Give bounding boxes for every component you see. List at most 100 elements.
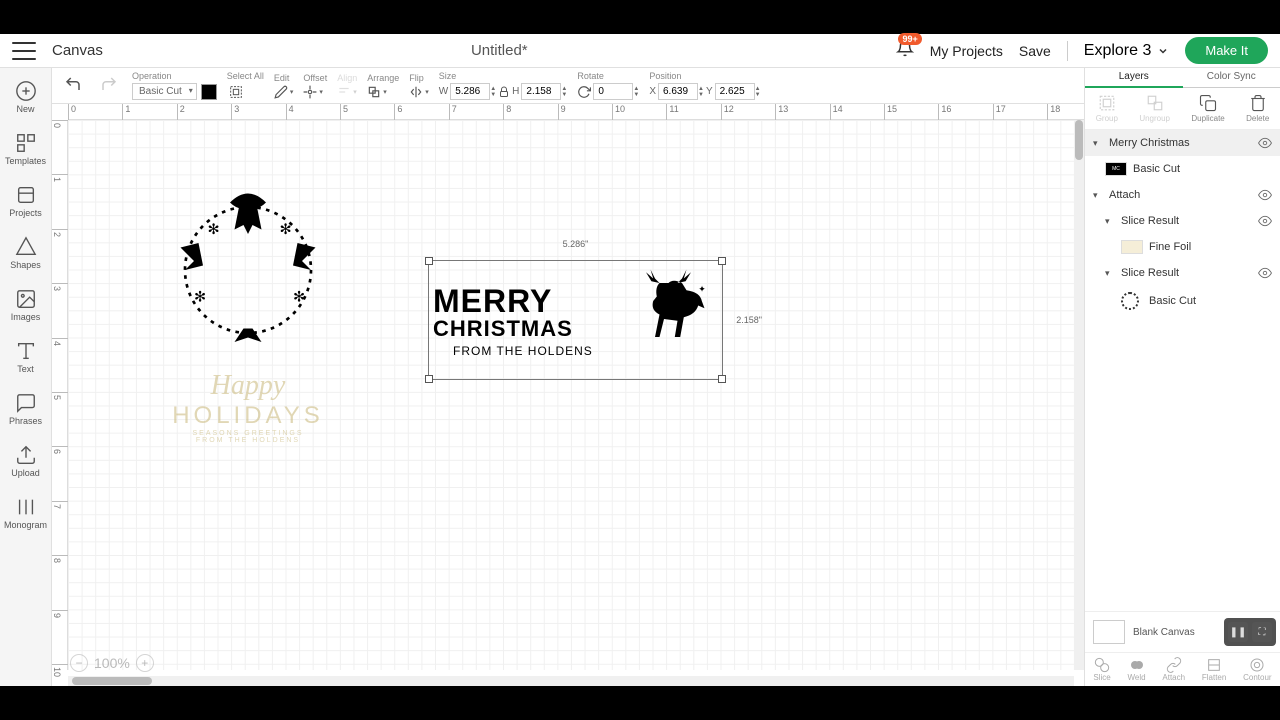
- chevron-down-icon[interactable]: ▾: [1093, 138, 1103, 149]
- resize-handle-br[interactable]: [718, 375, 726, 383]
- tab-layers[interactable]: Layers: [1085, 68, 1183, 88]
- my-projects-link[interactable]: My Projects: [930, 43, 1003, 59]
- attach-icon: [1166, 657, 1182, 673]
- phrases-icon: [15, 392, 37, 414]
- nav-templates[interactable]: Templates: [0, 128, 51, 170]
- machine-selector[interactable]: Explore 3: [1084, 42, 1170, 60]
- attach-action[interactable]: Attach: [1162, 657, 1185, 682]
- layer-slice-result-1[interactable]: ▾ Slice Result: [1085, 208, 1280, 234]
- layer-merry-christmas[interactable]: ▾ Merry Christmas: [1085, 130, 1280, 156]
- canvas[interactable]: ✻ ✻ ✻ ✻ Happy HOLIDAYS SEASONS GREETINGS…: [68, 120, 1074, 670]
- weld-icon: [1129, 657, 1145, 673]
- rotate-input[interactable]: [593, 83, 633, 100]
- height-input[interactable]: [521, 83, 561, 100]
- x-spinner[interactable]: ▲▼: [698, 86, 704, 98]
- layer-basic-cut-2[interactable]: Basic Cut: [1085, 286, 1280, 316]
- nav-upload[interactable]: Upload: [0, 440, 51, 482]
- height-spinner[interactable]: ▲▼: [561, 86, 567, 98]
- scrollbar-vertical[interactable]: [1074, 120, 1084, 670]
- resize-handle-bl[interactable]: [425, 375, 433, 383]
- layer-thumb-wreath: [1121, 292, 1139, 310]
- arrange-icon: [367, 85, 381, 99]
- nav-new[interactable]: New: [0, 76, 51, 118]
- selection-box[interactable]: 5.286" 2.158" MERRY CHRISTMAS FROM THE H…: [428, 260, 723, 380]
- width-spinner[interactable]: ▲▼: [490, 86, 496, 98]
- tab-colorsync[interactable]: Color Sync: [1183, 68, 1280, 88]
- nav-monogram[interactable]: Monogram: [0, 492, 51, 534]
- save-button[interactable]: Save: [1019, 43, 1051, 59]
- video-controls-overlay: ❚❚ ⛶: [1224, 618, 1276, 646]
- holidays-caps: HOLIDAYS: [158, 402, 338, 430]
- rotate-icon[interactable]: [577, 85, 591, 99]
- layer-basic-cut-1[interactable]: MC Basic Cut: [1085, 156, 1280, 182]
- reindeer-icon: ✦: [628, 265, 718, 355]
- delete-action[interactable]: Delete: [1246, 94, 1269, 123]
- group-action: Group: [1096, 94, 1118, 123]
- offset-dropdown[interactable]: [303, 85, 327, 99]
- menu-button[interactable]: [12, 42, 36, 60]
- width-input[interactable]: [450, 83, 490, 100]
- edit-dropdown[interactable]: [274, 85, 294, 99]
- operation-select[interactable]: Basic Cut: [132, 83, 197, 100]
- layer-slice-result-2[interactable]: ▾ Slice Result: [1085, 260, 1280, 286]
- scrollbar-horizontal[interactable]: [68, 676, 1074, 686]
- flip-label: Flip: [409, 73, 429, 83]
- w-label: W: [439, 86, 448, 97]
- expand-button[interactable]: ⛶: [1252, 622, 1272, 642]
- nav-templates-label: Templates: [5, 156, 46, 166]
- blank-canvas-swatch: [1093, 620, 1125, 644]
- contour-action[interactable]: Contour: [1243, 657, 1271, 682]
- rotate-label: Rotate: [577, 71, 639, 81]
- redo-button[interactable]: [96, 71, 122, 100]
- slice-action[interactable]: Slice: [1093, 657, 1110, 682]
- lock-icon[interactable]: [498, 86, 510, 98]
- ruler-vertical: 012345678910: [52, 120, 68, 670]
- chevron-down-icon[interactable]: ▾: [1093, 190, 1103, 201]
- y-spinner[interactable]: ▲▼: [755, 86, 761, 98]
- duplicate-icon: [1199, 94, 1217, 112]
- nav-shapes[interactable]: Shapes: [0, 232, 51, 274]
- selection-height-label: 2.158": [736, 315, 762, 325]
- eye-icon[interactable]: [1258, 214, 1272, 228]
- layer-attach[interactable]: ▾ Attach: [1085, 182, 1280, 208]
- select-all-button[interactable]: [227, 83, 245, 101]
- chevron-down-icon: [1157, 45, 1169, 57]
- arrange-dropdown[interactable]: [367, 85, 399, 99]
- nav-images[interactable]: Images: [0, 284, 51, 326]
- flatten-icon: [1206, 657, 1222, 673]
- merry-christmas-object[interactable]: MERRY CHRISTMAS FROM THE HOLDENS ✦: [429, 261, 722, 379]
- nav-phrases[interactable]: Phrases: [0, 388, 51, 430]
- undo-button[interactable]: [60, 71, 86, 100]
- flip-dropdown[interactable]: [409, 85, 429, 99]
- layer-fine-foil[interactable]: Fine Foil: [1085, 234, 1280, 260]
- zoom-out-button[interactable]: −: [70, 654, 88, 672]
- flatten-action[interactable]: Flatten: [1202, 657, 1226, 682]
- eye-icon[interactable]: [1258, 188, 1272, 202]
- notifications-button[interactable]: 99+: [896, 39, 914, 62]
- flip-icon: [409, 85, 423, 99]
- x-input[interactable]: [658, 83, 698, 100]
- holidays-object[interactable]: Happy HOLIDAYS SEASONS GREETINGS FROM TH…: [158, 370, 338, 444]
- zoom-in-button[interactable]: +: [136, 654, 154, 672]
- wreath-icon: ✻ ✻ ✻ ✻: [158, 180, 338, 360]
- eye-icon[interactable]: [1258, 266, 1272, 280]
- nav-projects[interactable]: Projects: [0, 180, 51, 222]
- pause-button[interactable]: ❚❚: [1228, 622, 1248, 642]
- offset-label: Offset: [303, 73, 327, 83]
- resize-handle-tr[interactable]: [718, 257, 726, 265]
- holidays-sub1: SEASONS GREETINGS: [158, 430, 338, 437]
- y-input[interactable]: [715, 83, 755, 100]
- weld-action[interactable]: Weld: [1128, 657, 1146, 682]
- rotate-spinner[interactable]: ▲▼: [633, 86, 639, 98]
- make-it-button[interactable]: Make It: [1185, 37, 1268, 64]
- eye-icon[interactable]: [1258, 136, 1272, 150]
- y-label: Y: [706, 86, 713, 97]
- color-swatch[interactable]: [201, 84, 217, 100]
- ungroup-action: Ungroup: [1139, 94, 1170, 123]
- wreath-object[interactable]: ✻ ✻ ✻ ✻: [158, 180, 338, 360]
- resize-handle-tl[interactable]: [425, 257, 433, 265]
- duplicate-action[interactable]: Duplicate: [1191, 94, 1224, 123]
- chevron-down-icon[interactable]: ▾: [1105, 216, 1115, 227]
- chevron-down-icon[interactable]: ▾: [1105, 268, 1115, 279]
- nav-text[interactable]: Text: [0, 336, 51, 378]
